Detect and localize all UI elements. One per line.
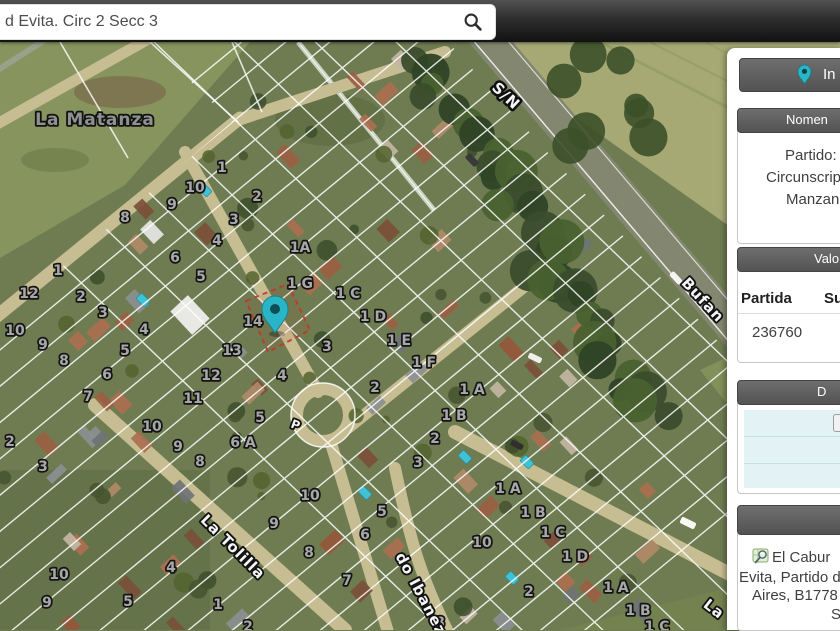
- parcel-label: 3: [98, 305, 108, 321]
- parcel-label: 1 B: [441, 408, 466, 424]
- parcel-label: 1 D: [562, 549, 588, 565]
- parcel-label: 2: [430, 431, 440, 447]
- parcel-label: 8: [304, 545, 314, 561]
- area-label: La Matanza: [35, 110, 155, 130]
- row-separator: [744, 463, 840, 464]
- parcel-label: 1 D: [360, 309, 386, 325]
- parcel-label: 2: [5, 434, 15, 450]
- parcel-label: 2: [524, 584, 534, 600]
- parcel-label: 1: [53, 263, 63, 279]
- parcel-label: 8: [120, 210, 130, 226]
- parcel-label: 14: [243, 314, 263, 330]
- parcel-label: 2: [252, 189, 262, 205]
- parcel-label: 5: [196, 269, 206, 285]
- terrain-layer: [0, 42, 840, 630]
- detalle-header-label: D: [817, 384, 827, 399]
- parcel-label: 9: [167, 197, 177, 213]
- valores-header-label: Valo: [814, 251, 840, 266]
- parcel-label: 10: [185, 180, 205, 196]
- detalle-row[interactable]: [744, 464, 840, 488]
- parcel-label: 1 B: [520, 505, 545, 521]
- parcel-label: 1 B: [625, 603, 650, 619]
- parcel-label: 1 C: [541, 525, 566, 541]
- valores-card: [737, 270, 840, 363]
- nomenclatura-line-circunscripcion: Circunscrip: [766, 169, 840, 186]
- parcel-label: 8: [59, 353, 69, 369]
- parcel-label: 5: [255, 410, 265, 426]
- parcel-label: 1A: [290, 240, 311, 256]
- parcel-label: 10: [142, 419, 162, 435]
- parcel-label: 3: [413, 455, 423, 471]
- col-partida: Partida: [741, 290, 792, 307]
- parcel-label: 12: [19, 286, 38, 302]
- search-button[interactable]: [451, 6, 495, 38]
- search-box[interactable]: [0, 4, 496, 40]
- parcel-label: 4: [277, 368, 287, 384]
- parcel-label: 5: [123, 594, 133, 610]
- detalle-row[interactable]: [744, 437, 840, 463]
- parcel-label: 2: [76, 289, 86, 305]
- parcel-label: 2: [370, 380, 380, 396]
- parcel-label: 9: [269, 516, 279, 532]
- direccion-line-2: Evita, Partido d: [739, 569, 840, 586]
- parcel-label: 6: [170, 250, 180, 266]
- search-input[interactable]: [0, 6, 451, 38]
- map-search-icon: [752, 548, 769, 564]
- parcel-label: 1 A: [459, 382, 485, 398]
- top-bar: [0, 0, 840, 42]
- nomenclatura-line-manzana: Manzan: [786, 191, 840, 208]
- parcel-label: 1 A: [495, 481, 521, 497]
- parcel-label: 1 F: [412, 355, 436, 371]
- direccion-line-3: Aires, B1778: [752, 587, 838, 604]
- parcel-label: 3: [229, 212, 239, 228]
- parcel-label: 10: [300, 488, 320, 504]
- search-icon: [464, 13, 482, 31]
- parcel-label: 1 G: [287, 276, 313, 292]
- direccion-header: [737, 505, 840, 535]
- parcel-label: 5: [120, 343, 130, 359]
- parcel-label: 5: [377, 504, 387, 520]
- map-canvas[interactable]: 1109 234658112 23109845672314131211109 6 A8…: [0, 42, 840, 630]
- parcel-label: 1 C: [336, 286, 361, 302]
- direccion-line-4: S: [831, 606, 840, 623]
- panel-info-title: In: [823, 66, 836, 83]
- table-separator: [738, 313, 840, 314]
- parcel-label: 2: [243, 619, 253, 630]
- parcel-label: 9: [38, 337, 48, 353]
- parcel-label: 7: [83, 389, 93, 405]
- nomenclatura-header-label2: Nomen: [786, 112, 828, 127]
- row-action-button[interactable]: [833, 414, 840, 432]
- parcel-label: 1: [213, 597, 223, 613]
- direccion-line-1: El Cabur: [772, 549, 831, 566]
- col-superficie: Su: [824, 290, 840, 307]
- parcel-label: 10: [472, 535, 492, 551]
- parcel-label: 8: [195, 454, 205, 470]
- partida-value: 236760: [752, 324, 803, 341]
- parcel-label: 4: [212, 233, 222, 249]
- parcel-label: 4: [166, 560, 176, 576]
- parcel-label: 3: [322, 339, 332, 355]
- parcel-label: 9: [42, 595, 52, 611]
- parcel-label: 7: [342, 573, 352, 589]
- parcel-label: 3: [38, 459, 48, 475]
- parcel-label: 11: [183, 391, 202, 407]
- parcel-label: 13: [222, 343, 241, 359]
- parcel-label: 10: [49, 567, 69, 583]
- parcel-label: 10: [5, 323, 25, 339]
- parcel-label: 1 E: [387, 333, 411, 349]
- parcel-label: 9: [173, 439, 183, 455]
- parcel-label: 6: [360, 527, 370, 543]
- parcel-label: 12: [201, 368, 220, 384]
- parcel-label: 6 A: [230, 435, 256, 451]
- parcel-label: 1 A: [603, 580, 629, 596]
- panel-pin-icon: [797, 64, 812, 85]
- parcel-label: 6: [102, 367, 112, 383]
- parcel-label: 1: [217, 160, 227, 176]
- nomenclatura-line-partido: Partido:: [785, 147, 837, 164]
- parcel-label: 4: [139, 322, 149, 338]
- row-separator: [744, 436, 840, 437]
- parcel-label: 1 C: [645, 619, 670, 630]
- detalle-row[interactable]: [744, 410, 840, 436]
